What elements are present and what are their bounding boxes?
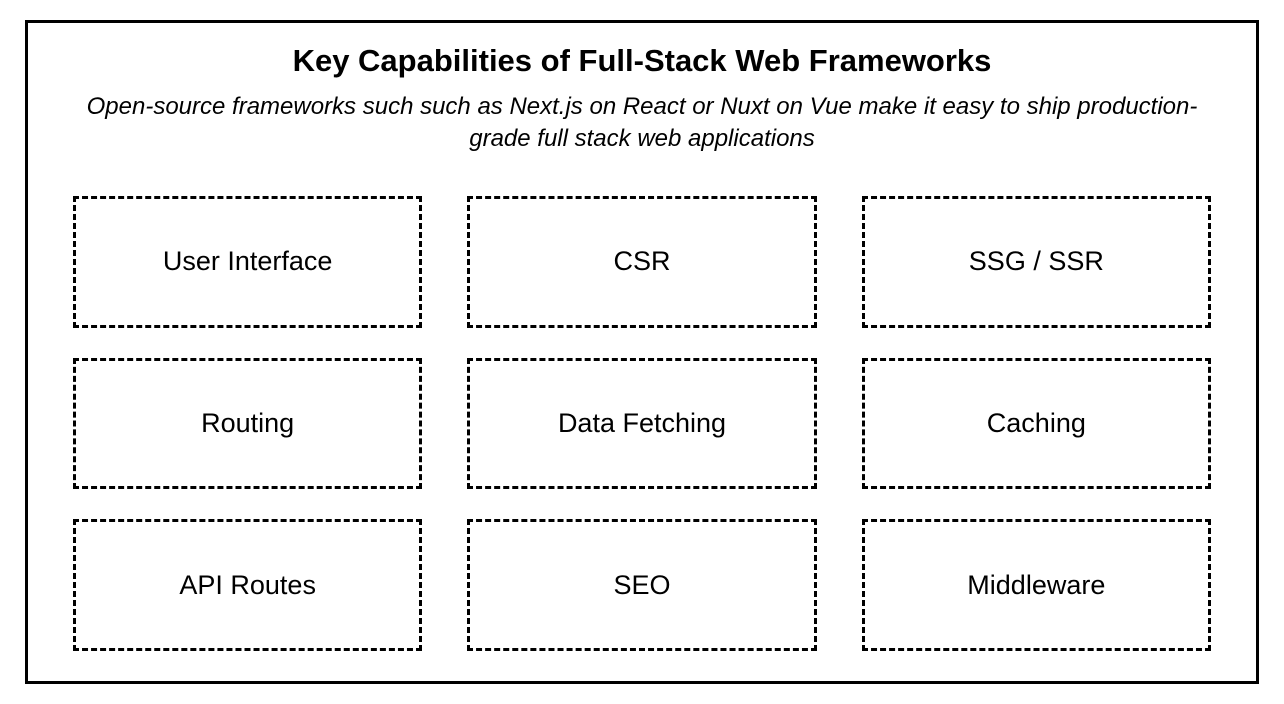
diagram-frame: Key Capabilities of Full-Stack Web Frame…: [25, 20, 1259, 684]
diagram-title: Key Capabilities of Full-Stack Web Frame…: [73, 43, 1211, 79]
capability-user-interface: User Interface: [73, 196, 422, 328]
capability-ssg-ssr: SSG / SSR: [862, 196, 1211, 328]
capability-caching: Caching: [862, 358, 1211, 490]
capabilities-grid: User Interface CSR SSG / SSR Routing Dat…: [73, 196, 1211, 651]
capability-seo: SEO: [467, 519, 816, 651]
capability-middleware: Middleware: [862, 519, 1211, 651]
capability-csr: CSR: [467, 196, 816, 328]
capability-api-routes: API Routes: [73, 519, 422, 651]
capability-data-fetching: Data Fetching: [467, 358, 816, 490]
diagram-subtitle: Open-source frameworks such such as Next…: [73, 91, 1211, 156]
capability-routing: Routing: [73, 358, 422, 490]
